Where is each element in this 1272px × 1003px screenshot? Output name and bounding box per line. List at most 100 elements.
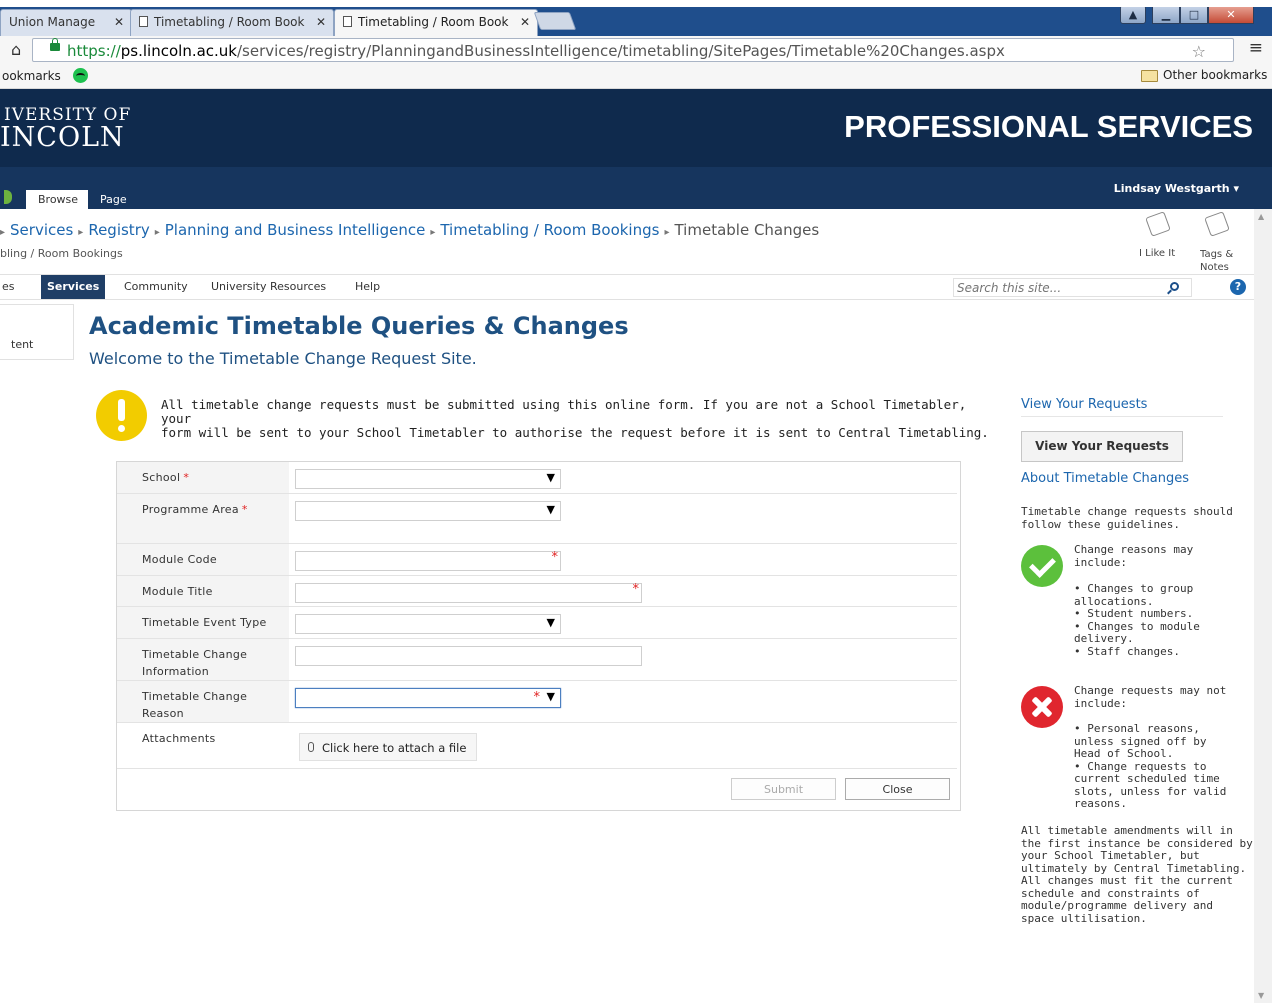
new-tab-button[interactable] <box>533 12 577 30</box>
site-search <box>953 278 1192 297</box>
sidebar-line: All changes must fit the current <box>1021 874 1233 887</box>
scroll-up-icon[interactable]: ▲ <box>1258 212 1264 221</box>
bookmarks-bar: ookmarks Other bookmarks <box>0 64 1272 89</box>
event-type-select[interactable]: ▼ <box>295 614 561 634</box>
sidebar-line: • Staff changes. <box>1074 644 1180 658</box>
close-tab-icon[interactable]: ✕ <box>316 15 326 29</box>
form-row-module-title: Module Title * <box>117 576 957 607</box>
attach-file-label: Click here to attach a file <box>322 741 467 755</box>
close-tab-icon[interactable]: ✕ <box>114 15 124 29</box>
school-select[interactable]: ▼ <box>295 469 561 489</box>
form-row-programme: Programme Area * ▼ <box>117 494 957 544</box>
sidebar-line: follow these guidelines. <box>1021 517 1180 531</box>
sidebar-line: • Personal reasons, <box>1074 722 1200 735</box>
folder-icon <box>1141 70 1158 82</box>
url-protocol: https:// <box>67 42 121 60</box>
breadcrumb-item[interactable]: Registry <box>88 221 149 239</box>
required-mark: * <box>183 471 190 484</box>
about-heading[interactable]: About Timetable Changes <box>1021 471 1223 490</box>
maximize-icon[interactable]: □ <box>1180 5 1208 24</box>
change-reason-select[interactable]: * ▼ <box>295 688 561 708</box>
field-label: Module Title <box>117 576 289 606</box>
welcome-text: Welcome to the Timetable Change Request … <box>89 349 477 368</box>
view-requests-button[interactable]: View Your Requests <box>1021 431 1183 462</box>
module-code-input[interactable]: * <box>295 550 561 571</box>
sidebar-line: • Changes to group <box>1074 582 1194 595</box>
address-bar[interactable]: https://ps.lincoln.ac.uk/services/regist… <box>32 38 1234 62</box>
warning-icon <box>96 390 147 441</box>
lock-icon[interactable] <box>50 38 60 51</box>
browser-tab[interactable]: Union Manage ✕ <box>0 9 132 36</box>
dropdown-arrow-icon[interactable]: ▼ <box>547 471 555 484</box>
browser-tab-label: Union Manage <box>9 15 96 29</box>
field-label: Module Code <box>117 544 289 575</box>
field-label-text: Information <box>142 665 209 678</box>
home-icon[interactable]: ⌂ <box>11 40 21 59</box>
close-window-icon[interactable]: ✕ <box>1208 5 1254 24</box>
user-menu[interactable]: Lindsay Westgarth ▾ <box>1114 182 1239 195</box>
field-label: Timetable Change Information <box>117 639 289 680</box>
browser-tab-label: Timetabling / Room Book <box>358 15 509 29</box>
field-label: Timetable Change Reason <box>117 681 289 722</box>
nav-item-university-resources[interactable]: University Resources <box>211 275 326 299</box>
like-label[interactable]: I Like It <box>1139 248 1175 259</box>
breadcrumb: ▸ Services ▸ Registry ▸ Planning and Business… <box>0 221 819 239</box>
field-value: Click here to attach a file <box>289 723 957 768</box>
address-bar-row: ⌂ https://ps.lincoln.ac.uk/services/regi… <box>0 36 1272 64</box>
spotify-icon[interactable] <box>72 68 88 83</box>
nav-item-services[interactable]: Services <box>41 275 106 299</box>
module-title-input[interactable]: * <box>295 582 642 603</box>
logo-line2[interactable]: INCOLN <box>0 122 125 153</box>
required-mark: * <box>533 690 541 705</box>
scrollbar[interactable]: ▲ ▼ <box>1254 209 1272 1003</box>
ribbon-tab-browse[interactable]: Browse <box>26 190 89 209</box>
tags-label[interactable]: Tags & Notes <box>1200 248 1240 270</box>
breadcrumb-item[interactable]: Services <box>10 221 73 239</box>
breadcrumb-item[interactable]: Planning and Business Intelligence <box>165 221 426 239</box>
change-information-input[interactable] <box>295 646 642 666</box>
url-text[interactable]: https://ps.lincoln.ac.uk/services/regist… <box>67 42 1005 60</box>
dropdown-arrow-icon[interactable]: ▼ <box>547 503 555 516</box>
form-row-change-reason: Timetable Change Reason * ▼ <box>117 681 957 723</box>
attach-file-button[interactable]: Click here to attach a file <box>299 733 477 761</box>
site-actions-icon[interactable] <box>4 190 12 204</box>
sub-breadcrumb[interactable]: bling / Room Bookings <box>0 247 123 260</box>
field-label-text: Programme Area <box>142 503 239 516</box>
other-bookmarks[interactable]: Other bookmarks <box>1163 68 1267 82</box>
programme-area-select[interactable]: ▼ <box>295 501 561 521</box>
close-tab-icon[interactable]: ✕ <box>520 15 530 29</box>
field-value <box>289 639 957 680</box>
nav-item-truncated[interactable]: es <box>2 275 15 299</box>
nav-item-community[interactable]: Community <box>124 275 188 299</box>
quick-launch-item[interactable]: tent <box>11 338 33 351</box>
submit-button[interactable]: Submit <box>731 778 836 800</box>
bookmark-star-icon[interactable]: ☆ <box>1192 42 1206 61</box>
browser-tab-active[interactable]: Timetabling / Room Book ✕ <box>334 9 538 36</box>
dropdown-arrow-icon[interactable]: ▼ <box>547 616 555 629</box>
may-include-title: Change reasons may include: <box>1074 543 1193 569</box>
ribbon-tab-page[interactable]: Page <box>88 190 137 209</box>
view-requests-heading[interactable]: View Your Requests <box>1021 397 1223 417</box>
browser-tab[interactable]: Timetabling / Room Book ✕ <box>130 9 334 36</box>
help-icon[interactable]: ? <box>1230 279 1246 295</box>
dropdown-arrow-icon[interactable]: ▼ <box>547 690 555 703</box>
form-row-event-type: Timetable Event Type ▼ <box>117 607 957 639</box>
field-label-text: Reason <box>142 707 184 720</box>
hamburger-menu-icon[interactable]: ≡ <box>1249 38 1263 58</box>
minimize-icon[interactable]: ▁ <box>1152 5 1180 24</box>
field-value: ▼ <box>289 607 957 638</box>
search-input[interactable] <box>954 279 1164 296</box>
field-label-text: Timetable Change <box>142 690 248 703</box>
breadcrumb-item[interactable]: Timetabling / Room Bookings <box>440 221 659 239</box>
close-button[interactable]: Close <box>845 778 950 800</box>
bookmarks-label[interactable]: ookmarks <box>2 68 88 83</box>
search-icon[interactable] <box>1170 282 1179 291</box>
field-value: * <box>289 544 957 575</box>
required-mark: * <box>551 550 559 565</box>
breadcrumb-separator: ▸ <box>78 227 84 238</box>
user-profile-icon[interactable]: ▲ <box>1120 5 1146 24</box>
tags-icon[interactable] <box>1204 211 1230 237</box>
scroll-down-icon[interactable]: ▼ <box>1258 991 1264 1000</box>
like-icon[interactable] <box>1145 211 1171 237</box>
nav-item-help[interactable]: Help <box>355 275 380 299</box>
